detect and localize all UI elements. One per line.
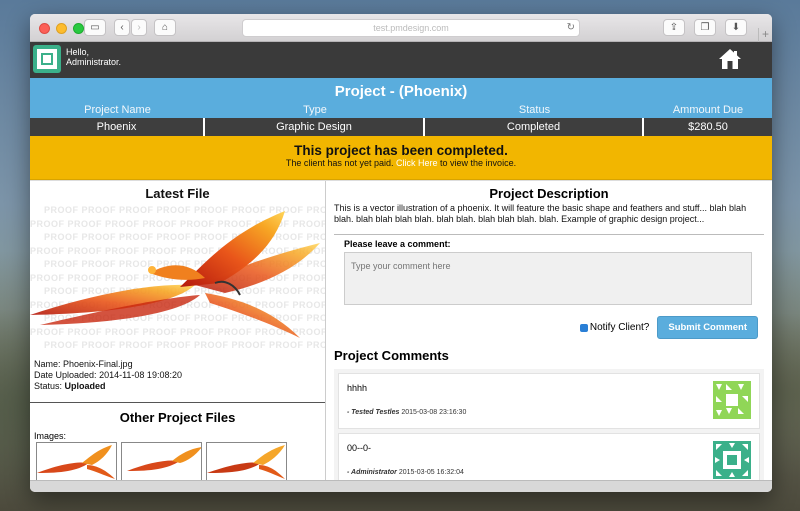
project-status-value: Completed bbox=[425, 118, 644, 136]
comments-heading: Project Comments bbox=[334, 348, 449, 363]
file-info: Name: Phoenix-Final.jpg Date Uploaded: 2… bbox=[34, 359, 182, 392]
comment-text: 00--0- bbox=[347, 443, 372, 453]
greeting: Hello, Administrator. bbox=[66, 47, 121, 67]
comment-input[interactable] bbox=[344, 252, 752, 305]
file-date: 2014-11-08 19:08:20 bbox=[99, 370, 182, 380]
column-header-type: Type bbox=[303, 104, 327, 116]
submit-row: Notify Client? Submit Comment bbox=[334, 316, 764, 339]
file-name-row: Name: Phoenix-Final.jpg bbox=[34, 359, 182, 370]
close-button[interactable] bbox=[39, 23, 50, 34]
column-header-name: Project Name bbox=[84, 104, 151, 116]
file-status: Uploaded bbox=[64, 381, 106, 391]
banner-sub-before: The client has not yet paid. bbox=[285, 158, 394, 168]
latest-file-heading: Latest File bbox=[145, 186, 210, 201]
comment-item: hhhh - Tested Testles 2015-03-08 23:16:3… bbox=[338, 373, 760, 429]
phoenix-illustration bbox=[30, 211, 320, 338]
notify-checkbox[interactable] bbox=[579, 323, 588, 332]
window-controls bbox=[39, 23, 84, 34]
submit-comment-button[interactable]: Submit Comment bbox=[657, 316, 758, 339]
back-icon[interactable]: ‹ bbox=[114, 19, 130, 36]
project-values-row: Phoenix Graphic Design Completed $280.50 bbox=[30, 118, 772, 136]
home-toolbar-icon[interactable]: ⌂ bbox=[154, 19, 176, 36]
minimize-button[interactable] bbox=[56, 23, 67, 34]
browser-statusbar bbox=[30, 480, 772, 492]
project-amount-value: $280.50 bbox=[688, 121, 728, 133]
images-label: Images: bbox=[34, 431, 67, 441]
divider bbox=[30, 402, 325, 403]
address-text: test.pmdesign.com bbox=[373, 23, 449, 33]
notify-label: Notify Client? bbox=[589, 322, 650, 333]
comment-meta: - Administrator 2015-03-05 16:32:04 bbox=[347, 469, 464, 476]
comment-text: hhhh bbox=[347, 383, 368, 393]
file-date-row: Date Uploaded: 2014-11-08 19:08:20 bbox=[34, 370, 182, 381]
project-header: Project - (Phoenix) Project Name Type St… bbox=[30, 78, 772, 118]
file-status-label: Status: bbox=[34, 381, 63, 391]
description-heading: Project Description bbox=[489, 186, 609, 201]
greeting-user: Administrator. bbox=[66, 57, 122, 67]
latest-file-image[interactable]: PROOF PROOF PROOF PROOF PROOF PROOF PROO… bbox=[30, 203, 325, 353]
notify-client-option[interactable]: Notify Client? bbox=[579, 322, 650, 333]
reload-icon[interactable]: ↻ bbox=[567, 20, 575, 36]
comment-list: hhhh - Tested Testles 2015-03-08 23:16:3… bbox=[334, 369, 764, 492]
main-content: Latest File PROOF PROOF PROOF PROOF PROO… bbox=[30, 180, 772, 492]
comment-time: 2015-03-08 23:16:30 bbox=[401, 409, 467, 416]
home-icon[interactable] bbox=[718, 48, 742, 70]
avatar bbox=[713, 441, 751, 479]
divider bbox=[334, 234, 764, 235]
share-icon[interactable]: ⇪ bbox=[663, 19, 685, 36]
comment-time: 2015-03-05 16:32:04 bbox=[398, 469, 464, 476]
comment-author: - Administrator bbox=[347, 469, 397, 476]
browser-window: ▭ ‹ › ⌂ test.pmdesign.com ↻ ⇪ ❐ ⬇ + Hell… bbox=[30, 14, 772, 492]
project-column-headers: Project Name Type Status Ammount Due bbox=[30, 104, 772, 118]
banner-subtitle: The client has not yet paid. Click Here … bbox=[30, 158, 772, 168]
comment-label: Please leave a comment: bbox=[344, 239, 451, 249]
project-type-value: Graphic Design bbox=[205, 118, 425, 136]
greeting-line1: Hello, bbox=[66, 47, 90, 57]
column-header-amount: Ammount Due bbox=[672, 104, 744, 116]
file-date-label: Date Uploaded: bbox=[34, 370, 97, 380]
other-files-heading: Other Project Files bbox=[119, 410, 236, 425]
banner-title: This project has been completed. bbox=[294, 143, 508, 158]
logo-icon[interactable] bbox=[33, 45, 61, 73]
thumbnail-list bbox=[36, 442, 287, 482]
file-name-label: Name: bbox=[34, 359, 61, 369]
tabs-overview-icon[interactable]: ❐ bbox=[694, 19, 716, 36]
invoice-link[interactable]: Click Here bbox=[396, 158, 438, 168]
file-thumbnail[interactable] bbox=[36, 442, 117, 482]
browser-toolbar: ▭ ‹ › ⌂ test.pmdesign.com ↻ ⇪ ❐ ⬇ + bbox=[30, 14, 772, 42]
column-header-status: Status bbox=[518, 104, 551, 116]
app-header: Hello, Administrator. bbox=[30, 42, 772, 78]
avatar bbox=[713, 381, 751, 419]
project-name-value: Phoenix bbox=[30, 118, 205, 136]
completed-banner: This project has been completed. The cli… bbox=[30, 136, 772, 180]
file-name: Phoenix-Final.jpg bbox=[63, 359, 133, 369]
description-panel: Project Description This is a vector ill… bbox=[326, 181, 772, 492]
project-title: Project - (Phoenix) bbox=[334, 83, 468, 100]
file-status-row: Status: Uploaded bbox=[34, 381, 182, 392]
forward-icon[interactable]: › bbox=[131, 19, 147, 36]
comment-author: - Tested Testles bbox=[347, 409, 400, 416]
address-bar[interactable]: test.pmdesign.com ↻ bbox=[242, 19, 580, 37]
new-tab-button[interactable]: + bbox=[758, 28, 772, 42]
file-thumbnail[interactable] bbox=[206, 442, 287, 482]
downloads-icon[interactable]: ⬇ bbox=[725, 19, 747, 36]
comment-meta: - Tested Testles 2015-03-08 23:16:30 bbox=[347, 409, 466, 416]
zoom-button[interactable] bbox=[73, 23, 84, 34]
file-thumbnail[interactable] bbox=[121, 442, 202, 482]
sidebar-toggle-icon[interactable]: ▭ bbox=[84, 19, 106, 36]
files-panel: Latest File PROOF PROOF PROOF PROOF PROO… bbox=[30, 181, 326, 482]
description-text: This is a vector illustration of a phoen… bbox=[334, 203, 747, 224]
banner-sub-after: to view the invoice. bbox=[440, 158, 517, 168]
